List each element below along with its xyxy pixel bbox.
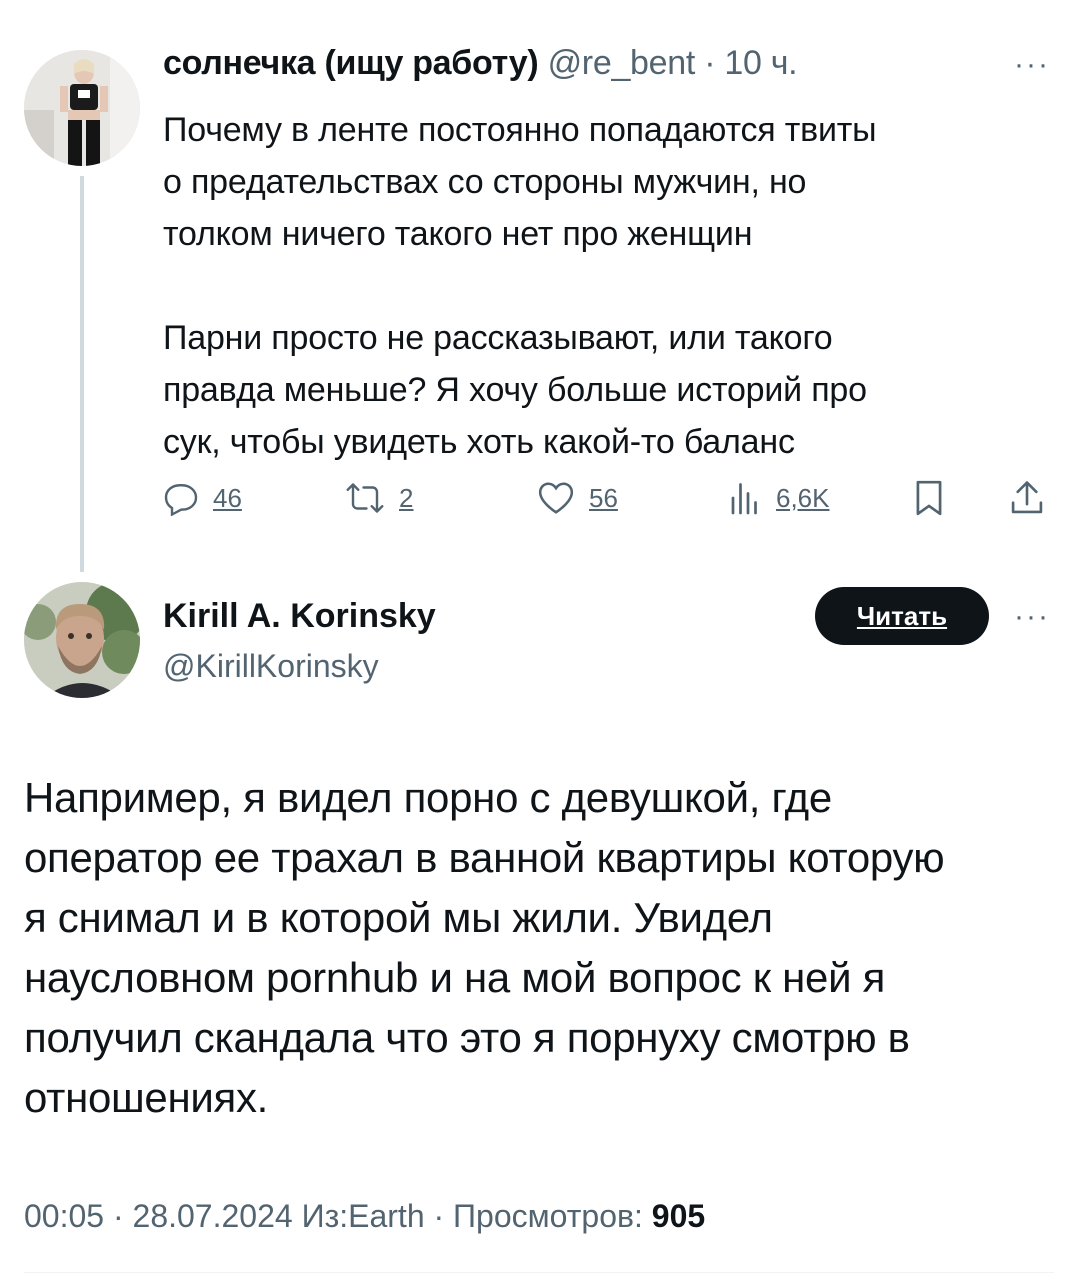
tweet-1-handle[interactable]: @re_bent [548, 44, 696, 82]
tweet-1-header: солнечка (ищу работу) @re_bent · 10 ч. [163, 44, 798, 83]
reply-icon [164, 484, 198, 516]
footer-separator: · [433, 1198, 454, 1234]
reply-button[interactable]: 46 [163, 478, 242, 518]
views-count: 6,6K [776, 482, 830, 513]
tweet-2-time[interactable]: 00:05 [24, 1198, 104, 1234]
like-button[interactable]: 56 [537, 478, 618, 518]
tweet-2-date[interactable]: 28.07.2024 [133, 1198, 293, 1234]
repost-count: 2 [399, 482, 414, 513]
views-bar-chart-icon [731, 483, 757, 515]
like-count: 56 [589, 482, 618, 513]
views-button[interactable]: 6,6K [728, 478, 830, 518]
share-icon [1011, 481, 1043, 514]
tweet-2-source: Из:Earth [301, 1198, 425, 1234]
tweet-2-views-label: Просмотров: [453, 1198, 643, 1234]
avatar-user-2[interactable] [24, 582, 140, 698]
share-button[interactable] [1010, 478, 1044, 518]
tweet-1-text: Почему в ленте постоянно попадаются твит… [163, 111, 877, 461]
footer-separator: · [112, 1198, 133, 1234]
tweet-1-display-name[interactable]: солнечка (ищу работу) [163, 44, 539, 82]
tweet-2-more-button[interactable]: ··· [1014, 600, 1050, 634]
thread-connector-line [80, 176, 84, 572]
repost-button[interactable]: 2 [345, 478, 413, 518]
bookmark-icon [916, 480, 942, 516]
tweet-2-views-count: 905 [651, 1198, 706, 1234]
tweet-1-more-button[interactable]: ··· [1014, 48, 1050, 82]
tweet-2-handle[interactable]: @KirillKorinsky [163, 648, 379, 685]
tweet-1-separator: · [704, 44, 716, 82]
avatar-photo-2 [24, 582, 140, 698]
tweet-1-time[interactable]: 10 ч. [724, 44, 797, 82]
tweet-2-display-name[interactable]: Kirill A. Korinsky [163, 597, 436, 636]
tweet-2-footer: 00:05 · 28.07.2024 Из:Earth · Просмотров… [24, 1198, 705, 1235]
reply-count: 46 [213, 482, 242, 513]
heart-icon [538, 482, 574, 514]
follow-button[interactable]: Читать [815, 587, 989, 645]
avatar-photo-1 [24, 50, 140, 166]
tweet-2-text: Например, я видел порно с девушкой, где … [24, 774, 945, 1121]
avatar-1-shirt-print [78, 90, 90, 98]
bottom-divider [24, 1272, 1054, 1273]
bookmark-button[interactable] [912, 478, 946, 518]
avatar-user-1[interactable] [24, 50, 140, 166]
repost-icon [346, 483, 384, 513]
